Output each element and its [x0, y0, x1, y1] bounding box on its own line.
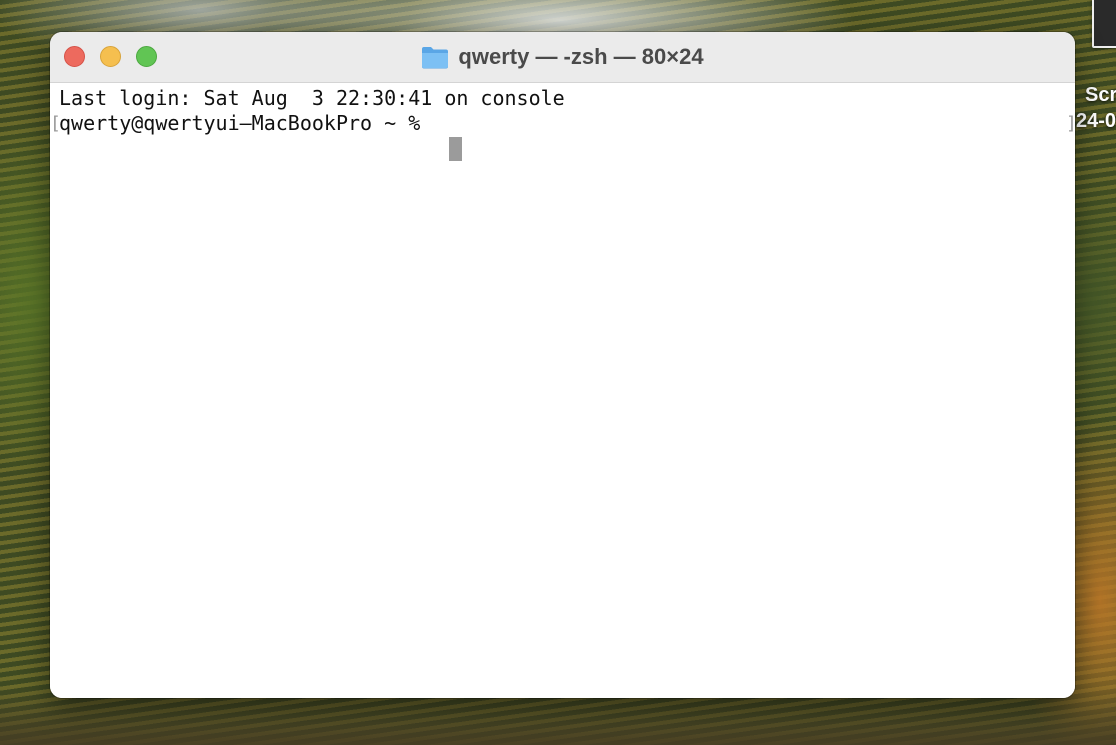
folder-icon — [422, 47, 449, 69]
right-bracket-mark: ] — [1066, 111, 1075, 136]
window-title-text: qwerty — -zsh — 80×24 — [458, 44, 704, 69]
desktop-file-label[interactable]: Scr 24-0 — [1076, 82, 1116, 134]
terminal-line-prompt: qwerty@qwertyui—MacBookPro ~ % — [59, 111, 421, 135]
terminal-content[interactable]: [ Last login: Sat Aug 3 22:30:41 on cons… — [50, 83, 1075, 698]
terminal-window: qwerty — -zsh — 80×24 [ Last login: Sat … — [50, 32, 1075, 698]
desktop-file-label-line2: 24-0 — [1076, 110, 1116, 132]
window-title: qwerty — -zsh — 80×24 — [50, 32, 1075, 82]
desktop-file-thumbnail[interactable] — [1092, 0, 1116, 48]
text-cursor — [449, 137, 462, 161]
title-bar[interactable]: qwerty — -zsh — 80×24 — [50, 32, 1075, 83]
terminal-line-last-login: Last login: Sat Aug 3 22:30:41 on consol… — [59, 86, 565, 110]
desktop-file-label-line1: Scr — [1085, 84, 1116, 106]
